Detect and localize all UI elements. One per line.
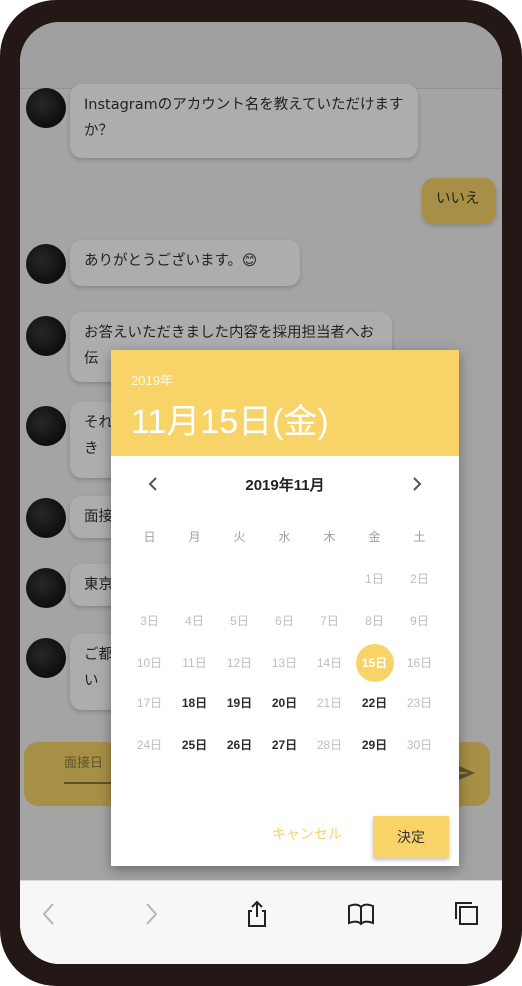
calendar-day: 6日: [262, 606, 307, 636]
forward-icon[interactable]: [136, 899, 166, 929]
calendar-empty-cell: [172, 564, 217, 594]
calendar-day-label: 28日: [316, 738, 343, 752]
date-picker-header: 2019年 11月15日(金): [111, 350, 459, 456]
calendar-week-row: 24日 25日 26日 27日 28日 29日 30日: [127, 730, 443, 760]
selected-year[interactable]: 2019年: [131, 370, 173, 389]
calendar-day-label: 25日: [181, 738, 208, 752]
weekday-label: 火: [233, 530, 246, 544]
calendar-day-label: 2日: [410, 572, 429, 586]
calendar-empty-cell: [217, 564, 262, 594]
calendar-empty-cell: [262, 564, 307, 594]
calendar-day: 12日: [217, 648, 262, 678]
calendar-empty-cell: [127, 564, 172, 594]
calendar-day: 28日: [307, 730, 352, 760]
calendar-day-label: 4日: [185, 614, 204, 628]
calendar-day-label: 7日: [320, 614, 339, 628]
weekday-label: 金: [368, 530, 381, 544]
calendar-day-label: 1日: [365, 572, 384, 586]
calendar-day-label: 24日: [136, 738, 163, 752]
confirm-button[interactable]: 決定: [373, 816, 449, 858]
calendar-day: 17日: [127, 688, 172, 718]
calendar-day: 13日: [262, 648, 307, 678]
weekday-label: 土: [413, 530, 426, 544]
calendar-day-label: 15日: [361, 656, 388, 670]
calendar-week-row: 10日 11日 12日 13日 14日 15日 16日: [127, 644, 443, 682]
calendar-day-label: 3日: [140, 614, 159, 628]
calendar-day-label: 18日: [181, 696, 208, 710]
calendar-week-row: 1日 2日: [127, 564, 443, 594]
calendar-day-label: 12日: [226, 656, 253, 670]
calendar-day: 2日: [397, 564, 442, 594]
calendar-day-label: 21日: [316, 696, 343, 710]
calendar-day-label: 30日: [406, 738, 433, 752]
calendar-day-label: 8日: [365, 614, 384, 628]
calendar-day: 10日: [127, 648, 172, 678]
calendar-day: 23日: [397, 688, 442, 718]
calendar-day-label: 27日: [271, 738, 298, 752]
browser-toolbar: [20, 880, 502, 964]
screen: Instagramのアカウント名を教えていただけますか？ いいえ ありがとうござ…: [20, 22, 502, 964]
calendar-day[interactable]: 20日: [262, 688, 307, 718]
calendar-day-label: 9日: [410, 614, 429, 628]
calendar-day[interactable]: 19日: [217, 688, 262, 718]
cancel-button[interactable]: キャンセル: [257, 816, 357, 852]
month-navigation: 2019年11月: [111, 468, 459, 500]
calendar-day-label: 29日: [361, 738, 388, 752]
weekday-label: 木: [323, 530, 336, 544]
calendar-day: 24日: [127, 730, 172, 760]
calendar-day: 3日: [127, 606, 172, 636]
calendar-day-label: 14日: [316, 656, 343, 670]
calendar-day-label: 11日: [182, 656, 207, 670]
calendar-day: 16日: [397, 648, 442, 678]
next-month-icon[interactable]: [405, 472, 429, 496]
phone-frame: Instagramのアカウント名を教えていただけますか？ いいえ ありがとうござ…: [0, 0, 522, 986]
weekday-header: 日 月 火 水 木 金 土: [127, 522, 443, 552]
weekday-label: 水: [278, 530, 291, 544]
calendar-day: 1日: [352, 564, 397, 594]
calendar-week-row: 17日 18日 19日 20日 21日 22日 23日: [127, 688, 443, 718]
tabs-icon[interactable]: [452, 899, 482, 929]
calendar-day: 21日: [307, 688, 352, 718]
calendar-day: 11日: [172, 648, 217, 678]
bookmarks-icon[interactable]: [346, 899, 376, 929]
calendar-day: 7日: [307, 606, 352, 636]
calendar-day-label: 13日: [271, 656, 298, 670]
date-picker-dialog: 2019年 11月15日(金) 2019年11月 日 月 火 水 木 金 土 1…: [111, 350, 459, 866]
back-icon[interactable]: [34, 899, 64, 929]
calendar-day[interactable]: 29日: [352, 730, 397, 760]
calendar-day-label: 16日: [406, 656, 433, 670]
calendar-day-label: 17日: [136, 696, 163, 710]
calendar-day: 14日: [307, 648, 352, 678]
calendar-day-label: 5日: [230, 614, 249, 628]
calendar-day[interactable]: 26日: [217, 730, 262, 760]
calendar-day-label: 26日: [226, 738, 253, 752]
calendar-day: 5日: [217, 606, 262, 636]
calendar-day-label: 10日: [136, 656, 163, 670]
selected-date: 11月15日(金): [131, 403, 329, 441]
share-icon[interactable]: [242, 899, 272, 929]
weekday-label: 月: [188, 530, 201, 544]
calendar-day: 4日: [172, 606, 217, 636]
calendar-day-label: 22日: [361, 696, 388, 710]
calendar-day-label: 23日: [406, 696, 433, 710]
calendar-day[interactable]: 22日: [352, 688, 397, 718]
calendar-day-selected[interactable]: 15日: [352, 644, 397, 682]
calendar-day: 8日: [352, 606, 397, 636]
calendar-day[interactable]: 27日: [262, 730, 307, 760]
calendar-day[interactable]: 18日: [172, 688, 217, 718]
calendar-empty-cell: [307, 564, 352, 594]
calendar-day: 9日: [397, 606, 442, 636]
calendar-week-row: 3日 4日 5日 6日 7日 8日 9日: [127, 606, 443, 636]
calendar-day[interactable]: 25日: [172, 730, 217, 760]
calendar-day: 30日: [397, 730, 442, 760]
calendar-day-label: 19日: [226, 696, 253, 710]
weekday-label: 日: [143, 530, 156, 544]
calendar-day-label: 20日: [271, 696, 298, 710]
calendar-day-label: 6日: [275, 614, 294, 628]
